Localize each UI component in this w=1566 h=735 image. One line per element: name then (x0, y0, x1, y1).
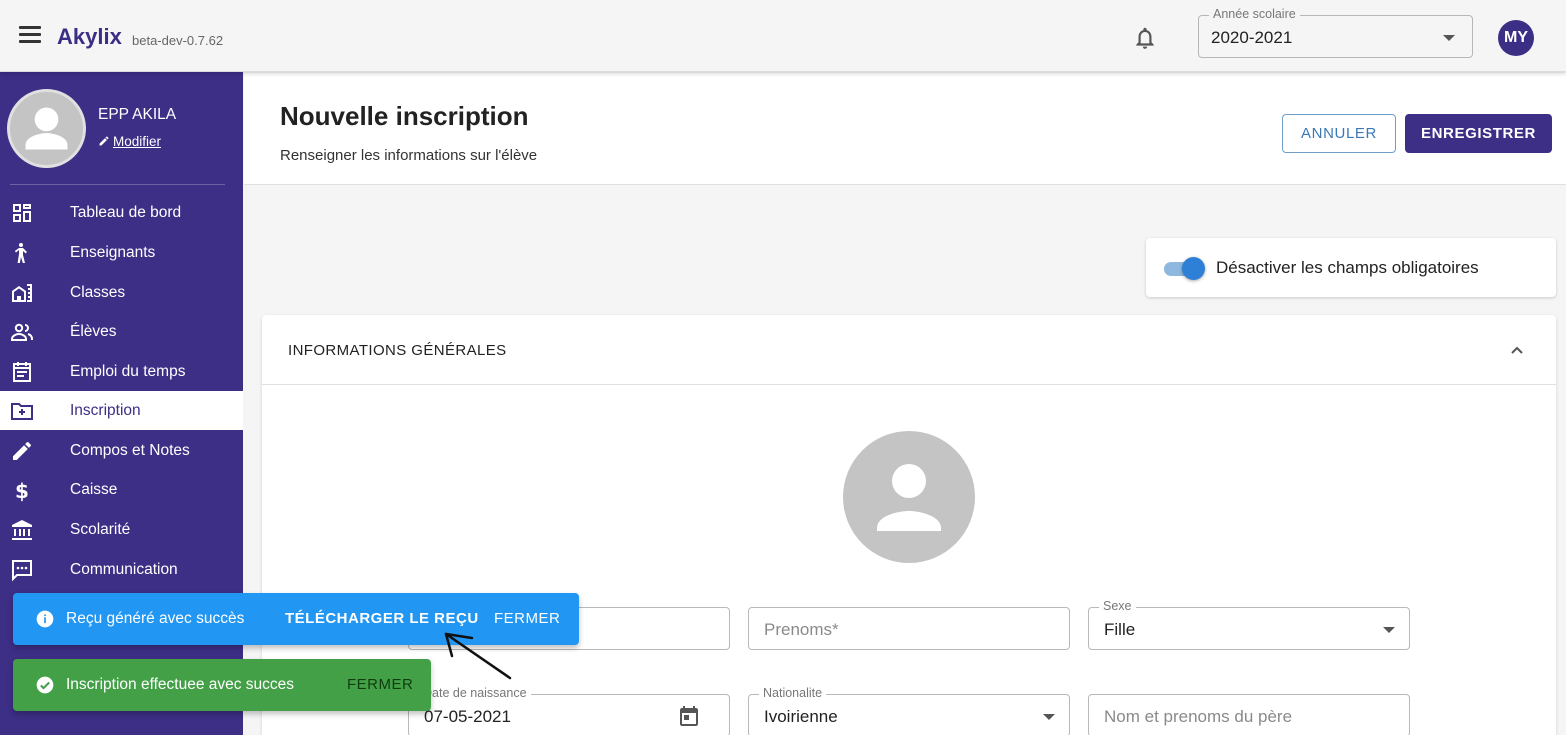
info-icon (36, 610, 54, 628)
date-of-birth-label: Date de naissance (419, 686, 531, 700)
page-title: Nouvelle inscription (280, 101, 529, 131)
sidebar-item-label: Tableau de bord (70, 204, 182, 221)
school-year-value: 2020-2021 (1211, 28, 1293, 47)
dashboard-icon (13, 204, 31, 222)
sidebar-item-inscription[interactable]: Inscription (0, 391, 243, 430)
people-icon (11, 323, 33, 341)
cancel-button[interactable]: ANNULER (1282, 114, 1396, 153)
dollar-icon: $ (15, 479, 29, 502)
student-photo-upload[interactable] (843, 431, 975, 563)
calendar-icon[interactable] (677, 704, 701, 728)
father-name-placeholder: Nom et prenoms du père (1104, 707, 1293, 726)
school-year-select[interactable]: Année scolaire 2020-2021 (1198, 7, 1473, 58)
sidebar-item-label: Compos et Notes (70, 442, 190, 459)
success-snackbar-message: Inscription effectuee avec succes (66, 676, 295, 693)
section-title: INFORMATIONS GÉNÉRALES (288, 342, 507, 359)
father-name-field[interactable]: Nom et prenoms du père (1088, 694, 1410, 735)
nationalite-label: Nationalite (759, 686, 827, 700)
sidebar-item-label: Classes (70, 284, 126, 301)
sidebar-item-communication[interactable]: Communication (0, 550, 243, 589)
edit-profile-label: Modifier (113, 134, 162, 149)
building-icon (12, 284, 32, 302)
sexe-label: Sexe (1099, 599, 1136, 613)
general-info-header[interactable]: INFORMATIONS GÉNÉRALES (262, 315, 1556, 385)
bank-icon (12, 520, 32, 540)
nationalite-select[interactable]: Nationalite Ivoirienne (748, 686, 1070, 735)
sidebar-item-label: Enseignants (70, 244, 156, 261)
sidebar-item-caisse[interactable]: $ Caisse (0, 470, 243, 509)
message-icon (12, 560, 32, 582)
check-circle-icon (36, 676, 54, 694)
school-avatar (7, 89, 86, 168)
sidebar-item-label: Communication (70, 561, 178, 578)
sidebar-item-eleves[interactable]: Élèves (0, 312, 243, 351)
person-icon (877, 464, 941, 531)
sidebar-item-scolarite[interactable]: Scolarité (0, 510, 243, 549)
school-year-label: Année scolaire (1209, 7, 1300, 21)
chevron-up-icon (1511, 346, 1523, 354)
person-icon (25, 107, 68, 150)
sidebar-divider (10, 184, 225, 185)
brand-name[interactable]: Akylix (57, 24, 122, 50)
bell-icon[interactable] (1132, 25, 1158, 51)
sidebar-item-label: Scolarité (70, 521, 131, 538)
nationalite-value: Ivoirienne (764, 707, 838, 726)
top-app-bar: Akylix beta-dev-0.7.62 Année scolaire 20… (0, 0, 1566, 72)
teacher-icon (14, 243, 27, 263)
close-success-snackbar-button[interactable]: FERMER (347, 676, 413, 693)
required-fields-switch[interactable] (1164, 257, 1206, 280)
sidebar-item-label: Caisse (70, 481, 118, 498)
edit-profile-link[interactable]: Modifier (98, 134, 161, 149)
sexe-value: Fille (1104, 620, 1136, 639)
chevron-down-icon (1043, 714, 1055, 720)
sidebar-item-label: Emploi du temps (70, 363, 186, 380)
annotation-arrow-icon (444, 632, 512, 680)
sexe-select[interactable]: Sexe Fille (1088, 599, 1410, 650)
chevron-down-icon (1383, 627, 1395, 633)
prenoms-placeholder: Prenoms* (764, 620, 839, 639)
switch-thumb (1182, 257, 1205, 280)
sidebar-item-classes[interactable]: Classes (0, 273, 243, 312)
folder-plus-icon (11, 403, 33, 420)
sidebar-item-tableau-de-bord[interactable]: Tableau de bord (0, 193, 243, 232)
pencil-icon (99, 136, 109, 146)
chevron-down-icon (1443, 35, 1455, 41)
app-version: beta-dev-0.7.62 (132, 33, 224, 48)
required-fields-toggle-card: Désactiver les champs obligatoires (1146, 238, 1556, 297)
success-snackbar: Inscription effectuee avec succes FERMER (13, 659, 431, 711)
page-subtitle: Renseigner les informations sur l'élève (280, 147, 538, 164)
svg-text:$: $ (15, 479, 29, 502)
user-avatar[interactable]: MY (1498, 20, 1534, 56)
pencil-icon (13, 441, 32, 460)
save-button[interactable]: ENREGISTRER (1405, 114, 1552, 153)
menu-icon[interactable] (19, 26, 41, 46)
sidebar-item-compos-et-notes[interactable]: Compos et Notes (0, 431, 243, 470)
date-of-birth-field[interactable]: Date de naissance 07-05-2021 (408, 686, 730, 735)
calendar-icon (13, 362, 31, 382)
required-fields-label: Désactiver les champs obligatoires (1216, 258, 1479, 277)
date-of-birth-value: 07-05-2021 (424, 707, 511, 726)
sidebar-item-enseignants[interactable]: Enseignants (0, 233, 243, 272)
sidebar-item-label: Élèves (70, 323, 117, 340)
sidebar-item-label: Inscription (70, 402, 141, 419)
prenoms-field[interactable]: Prenoms* (748, 607, 1070, 650)
receipt-snackbar-message: Reçu généré avec succès (66, 610, 245, 627)
school-name: EPP AKILA (98, 106, 177, 123)
sidebar-item-emploi-du-temps[interactable]: Emploi du temps (0, 352, 243, 391)
page-header: Nouvelle inscription Renseigner les info… (244, 73, 1566, 185)
